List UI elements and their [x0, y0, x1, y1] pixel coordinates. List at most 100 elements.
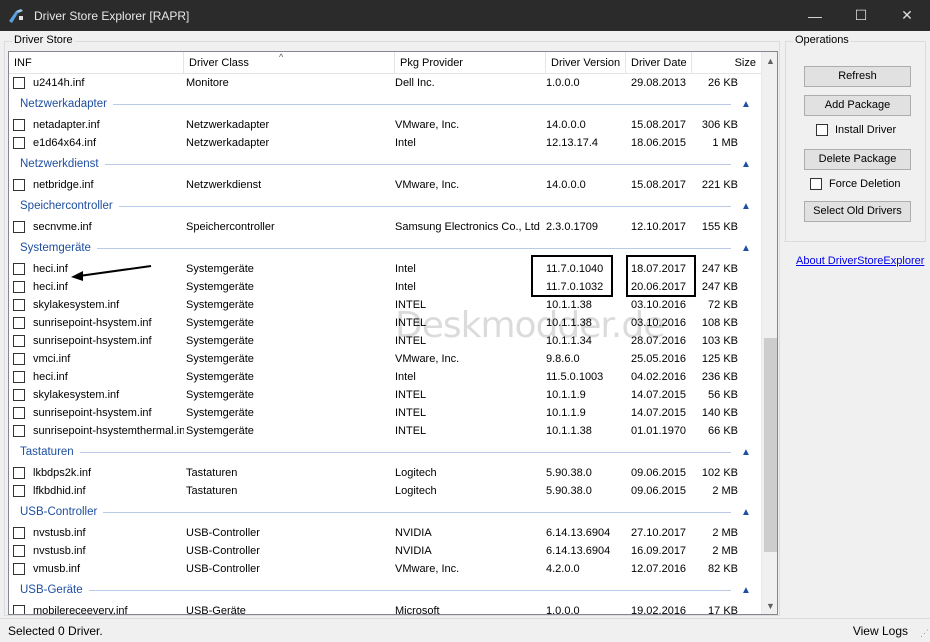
group-header[interactable]: USB-Geräte ▲: [9, 578, 761, 602]
column-driver-version[interactable]: Driver Version: [546, 52, 626, 74]
row-checkbox[interactable]: [13, 563, 25, 575]
table-row[interactable]: lkbdps2k.inf Tastaturen Logitech 5.90.38.0 0…: [9, 464, 761, 482]
table-row[interactable]: e1d64x64.inf Netzwerkadapter Intel 12.13.17…: [9, 134, 761, 152]
group-header[interactable]: USB-Controller ▲: [9, 500, 761, 524]
row-checkbox[interactable]: [13, 605, 25, 614]
about-link[interactable]: About DriverStoreExplorer: [796, 255, 924, 267]
driver-list[interactable]: INF Driver Class ^ Pkg Provider Driver Ve…: [8, 51, 778, 615]
group-name: USB-Controller: [20, 506, 98, 518]
table-row[interactable]: skylakesystem.inf Systemgeräte INTEL 10.1.1…: [9, 386, 761, 404]
table-row[interactable]: nvstusb.inf USB-Controller NVIDIA 6.14.13.6…: [9, 542, 761, 560]
cell-version: 14.0.0.0: [546, 119, 586, 131]
row-checkbox[interactable]: [13, 137, 25, 149]
group-header[interactable]: Netzwerkadapter ▲: [9, 92, 761, 116]
column-pkg-provider[interactable]: Pkg Provider: [395, 52, 546, 74]
group-header[interactable]: Tastaturen ▲: [9, 440, 761, 464]
cell-date: 14.07.2015: [631, 407, 687, 419]
row-checkbox[interactable]: [13, 119, 25, 131]
force-deletion-checkbox[interactable]: [810, 178, 822, 190]
row-checkbox[interactable]: [13, 389, 25, 401]
table-row[interactable]: lfkbdhid.inf Tastaturen Logitech 5.90.38.0 0…: [9, 482, 761, 500]
group-divider: [96, 247, 731, 249]
group-header[interactable]: Speichercontroller ▲: [9, 194, 761, 218]
table-row[interactable]: sunrisepoint-hsystem.inf Systemgeräte INTE…: [9, 404, 761, 422]
collapse-chevron-icon[interactable]: ▲: [739, 447, 753, 458]
cell-size: 26 KB: [708, 77, 738, 89]
row-checkbox[interactable]: [13, 545, 25, 557]
column-size[interactable]: Size: [692, 52, 761, 74]
scroll-thumb[interactable]: [764, 338, 777, 552]
status-text: Selected 0 Driver.: [8, 623, 103, 638]
column-driver-date[interactable]: Driver Date: [626, 52, 692, 74]
table-row[interactable]: vmci.inf Systemgeräte VMware, Inc. 9.8.6.0 2…: [9, 350, 761, 368]
delete-package-button[interactable]: Delete Package: [804, 149, 911, 170]
row-checkbox[interactable]: [13, 527, 25, 539]
table-row[interactable]: nvstusb.inf USB-Controller NVIDIA 6.14.13.6…: [9, 524, 761, 542]
minimize-button[interactable]: —: [792, 0, 838, 31]
collapse-chevron-icon[interactable]: ▲: [739, 201, 753, 212]
cell-driver-class: Systemgeräte: [186, 353, 254, 365]
row-checkbox[interactable]: [13, 317, 25, 329]
row-checkbox[interactable]: [13, 353, 25, 365]
row-checkbox[interactable]: [13, 281, 25, 293]
row-checkbox[interactable]: [13, 485, 25, 497]
column-driver-class[interactable]: Driver Class ^: [184, 52, 395, 74]
row-checkbox[interactable]: [13, 467, 25, 479]
resize-grip-icon[interactable]: ⋰: [920, 628, 929, 639]
group-header[interactable]: Netzwerkdienst ▲: [9, 152, 761, 176]
row-checkbox[interactable]: [13, 263, 25, 275]
row-checkbox[interactable]: [13, 371, 25, 383]
collapse-chevron-icon[interactable]: ▲: [739, 585, 753, 596]
vertical-scrollbar[interactable]: ▲ ▼: [761, 52, 777, 614]
add-package-button[interactable]: Add Package: [804, 95, 911, 116]
cell-provider: Dell Inc.: [395, 77, 435, 89]
cell-date: 01.01.1970: [631, 425, 687, 437]
table-row[interactable]: sunrisepoint-hsystemthermal.inf Systemger…: [9, 422, 761, 440]
table-row[interactable]: u2414h.inf Monitore Dell Inc. 1.0.0.0 29.08.…: [9, 74, 761, 92]
row-checkbox[interactable]: [13, 77, 25, 89]
cell-provider: NVIDIA: [395, 545, 432, 557]
scroll-up-icon[interactable]: ▲: [762, 52, 777, 69]
force-deletion-option[interactable]: Force Deletion: [810, 178, 901, 190]
table-row[interactable]: mobilereceeverv.inf USB-Geräte Microsoft 1.…: [9, 602, 761, 614]
scroll-down-icon[interactable]: ▼: [762, 597, 777, 614]
cell-size: 221 KB: [701, 179, 738, 191]
row-checkbox[interactable]: [13, 335, 25, 347]
row-checkbox[interactable]: [13, 407, 25, 419]
table-row[interactable]: heci.inf Systemgeräte Intel 11.5.0.1003 04.0…: [9, 368, 761, 386]
row-checkbox[interactable]: [13, 299, 25, 311]
collapse-chevron-icon[interactable]: ▲: [739, 507, 753, 518]
cell-provider: INTEL: [395, 425, 427, 437]
cell-inf: netbridge.inf: [33, 179, 94, 191]
table-row[interactable]: vmusb.inf USB-Controller VMware, Inc. 4.2.0…: [9, 560, 761, 578]
cell-version: 14.0.0.0: [546, 179, 586, 191]
group-divider: [88, 589, 731, 591]
cell-inf: vmusb.inf: [33, 563, 81, 575]
table-row[interactable]: netadapter.inf Netzwerkadapter VMware, Inc…: [9, 116, 761, 134]
table-row[interactable]: secnvme.inf Speichercontroller Samsung Ele…: [9, 218, 761, 236]
view-logs-link[interactable]: View Logs: [853, 624, 908, 638]
cell-version: 2.3.0.1709: [546, 221, 598, 233]
collapse-chevron-icon[interactable]: ▲: [739, 99, 753, 110]
table-row[interactable]: netbridge.inf Netzwerkdienst VMware, Inc. 1…: [9, 176, 761, 194]
sort-ascending-icon: ^: [279, 52, 284, 62]
row-checkbox[interactable]: [13, 425, 25, 437]
select-old-drivers-button[interactable]: Select Old Drivers: [804, 201, 911, 222]
cell-size: 306 KB: [701, 119, 738, 131]
group-divider: [112, 103, 731, 105]
install-driver-option[interactable]: Install Driver: [816, 124, 896, 136]
row-checkbox[interactable]: [13, 179, 25, 191]
maximize-button[interactable]: ☐: [838, 0, 884, 31]
column-inf[interactable]: INF: [9, 52, 184, 74]
row-checkbox[interactable]: [13, 221, 25, 233]
cell-inf: vmci.inf: [33, 353, 71, 365]
install-driver-checkbox[interactable]: [816, 124, 828, 136]
collapse-chevron-icon[interactable]: ▲: [739, 243, 753, 254]
group-name: USB-Geräte: [20, 584, 83, 596]
refresh-button[interactable]: Refresh: [804, 66, 911, 87]
annotation-arrow-icon: [71, 265, 152, 281]
close-button[interactable]: ✕: [884, 0, 930, 31]
cell-inf: skylakesystem.inf: [33, 299, 120, 311]
cell-date: 12.10.2017: [631, 221, 687, 233]
collapse-chevron-icon[interactable]: ▲: [739, 159, 753, 170]
